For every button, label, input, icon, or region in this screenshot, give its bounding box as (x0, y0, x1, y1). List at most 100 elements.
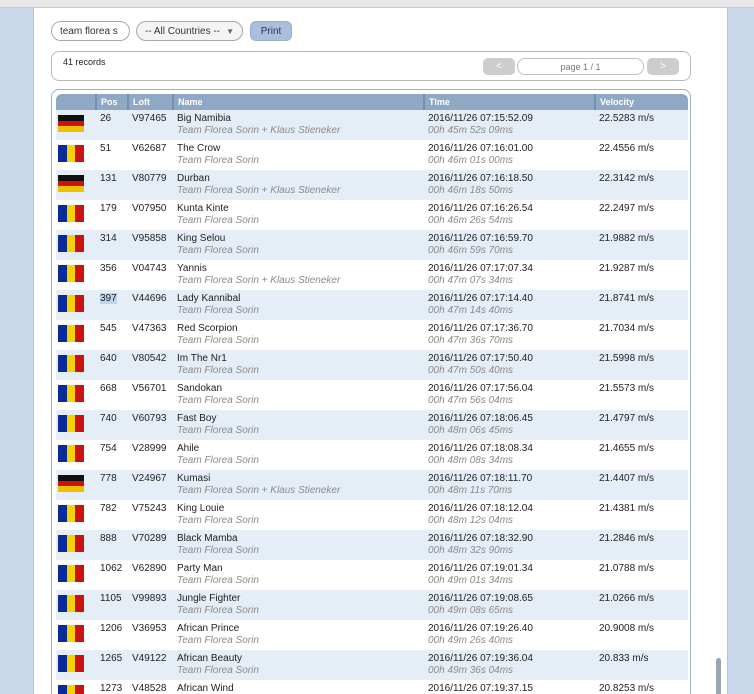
pos-cell: 782 (96, 500, 128, 530)
table-row[interactable]: 179 V07950 Kunta Kinte Team Florea Sorin 201… (56, 200, 688, 230)
table-row[interactable]: 314 V95858 King Selou Team Florea Sorin 2016… (56, 230, 688, 260)
flight-duration: 00h 48m 12s 04ms (428, 515, 514, 526)
table-row[interactable]: 131 V80779 Durban Team Florea Sorin + Klaus… (56, 170, 688, 200)
table-row[interactable]: 356 V04743 Yannis Team Florea Sorin + Klaus… (56, 260, 688, 290)
table-row[interactable]: 51 V62687 The Crow Team Florea Sorin 2016/11… (56, 140, 688, 170)
chevron-down-icon: ▼ (226, 26, 234, 36)
pigeon-name: African Prince (177, 623, 240, 634)
pigeon-name: Kunta Kinte (177, 203, 229, 214)
table-row[interactable]: 778 V24967 Kumasi Team Florea Sorin + Klaus… (56, 470, 688, 500)
column-header-time[interactable]: Time (423, 94, 595, 110)
column-header-loft[interactable]: Loft (127, 94, 173, 110)
table-row[interactable]: 640 V80542 Im The Nr1 Team Florea Sorin 2016… (56, 350, 688, 380)
table-row[interactable]: 740 V60793 Fast Boy Team Florea Sorin 2016/1… (56, 410, 688, 440)
table-row[interactable]: 888 V70289 Black Mamba Team Florea Sorin 201… (56, 530, 688, 560)
table-row[interactable]: 1206 V36953 African Prince Team Florea Sori… (56, 620, 688, 650)
flag-cell (56, 230, 96, 260)
pos-cell: 888 (96, 530, 128, 560)
time-cell: 2016/11/26 07:18:08.34 00h 48m 08s 34ms (424, 440, 595, 470)
velocity-cell: 20.8253 m/s (599, 683, 655, 694)
flag-cell (56, 620, 96, 650)
flag-cell (56, 530, 96, 560)
column-header-flag[interactable] (56, 94, 96, 110)
velocity-cell: 21.9287 m/s (599, 263, 655, 274)
table-row[interactable]: 1105 V99893 Jungle Fighter Team Florea Sori… (56, 590, 688, 620)
table-row[interactable]: 1273V48528African WindTeam Florea Sorin2… (56, 680, 688, 694)
pos-value: 1105 (100, 593, 122, 604)
flag-cell (56, 140, 96, 170)
table-row[interactable]: 782 V75243 King Louie Team Florea Sorin 2016… (56, 500, 688, 530)
table-row[interactable]: 397 V44696 Lady Kannibal Team Florea Sorin 2… (56, 290, 688, 320)
prev-page-button[interactable]: < (483, 58, 515, 75)
table-row[interactable]: 26 V97465 Big Namibia Team Florea Sorin + K… (56, 110, 688, 140)
table-row[interactable]: 668 V56701 Sandokan Team Florea Sorin 2016/1… (56, 380, 688, 410)
pigeon-name: Big Namibia (177, 113, 231, 124)
flag-cell (56, 260, 96, 290)
print-button[interactable]: Print (250, 21, 292, 41)
pos-cell: 668 (96, 380, 128, 410)
time-cell: 2016/11/26 07:16:18.50 00h 46m 18s 50ms (424, 170, 595, 200)
loft-cell: V95858 (132, 233, 167, 244)
filter-controls: -- All Countries -- ▼ Print (51, 21, 292, 41)
arrival-time: 2016/11/26 07:16:01.00 (428, 143, 533, 154)
pos-cell: 1273 (96, 680, 128, 694)
search-input[interactable] (51, 21, 130, 41)
name-cell: King Louie Team Florea Sorin (173, 500, 424, 530)
time-cell: 2016/11/26 07:19:01.34 00h 49m 01s 34ms (424, 560, 595, 590)
pos-value: 1062 (100, 563, 123, 574)
pos-value: 397 (100, 293, 117, 304)
flight-duration: 00h 46m 18s 50ms (428, 185, 514, 196)
table-row[interactable]: 1265 V49122 African Beauty Team Florea Sori… (56, 650, 688, 680)
romania-flag-icon (58, 415, 85, 432)
velocity-cell: 21.9882 m/s (599, 233, 655, 244)
arrival-time: 2016/11/26 07:19:26.40 (428, 623, 533, 634)
germany-flag-icon (58, 175, 84, 193)
time-cell: 2016/11/26 07:18:32.90 00h 48m 32s 90ms (424, 530, 595, 560)
velocity-cell: 21.4381 m/s (599, 503, 655, 514)
pigeon-name: Kumasi (177, 473, 211, 484)
velocity-cell: 21.0788 m/s (599, 563, 655, 574)
velocity-cell: 21.5998 m/s (599, 353, 655, 364)
page-indicator[interactable]: page 1 / 1 (517, 58, 644, 75)
column-header-name[interactable]: Name (172, 94, 424, 110)
pos-cell: 1062 (96, 560, 128, 590)
loft-cell: V48528 (132, 683, 167, 694)
pigeon-name: Red Scorpion (177, 323, 238, 334)
scrollbar-thumb[interactable] (716, 658, 721, 694)
flight-duration: 00h 47m 50s 40ms (428, 365, 514, 376)
flag-cell (56, 290, 96, 320)
column-header-pos[interactable]: Pos (95, 94, 128, 110)
records-count: 41 records (63, 57, 106, 67)
name-cell: Kumasi Team Florea Sorin + Klaus Stieneke… (173, 470, 424, 500)
pos-cell: 1105 (96, 590, 128, 620)
romania-flag-icon (58, 235, 85, 252)
column-header-velocity[interactable]: Velocity (594, 94, 688, 110)
flight-duration: 00h 47m 56s 04ms (428, 395, 514, 406)
team-name: Team Florea Sorin (177, 635, 259, 646)
loft-cell: V60793 (132, 413, 167, 424)
country-select[interactable]: -- All Countries -- ▼ (136, 21, 243, 41)
arrival-time: 2016/11/26 07:17:50.40 (428, 353, 533, 364)
flag-cell (56, 560, 96, 590)
germany-flag-icon (58, 475, 84, 493)
name-cell: African Beauty Team Florea Sorin (173, 650, 424, 680)
name-cell: Lady Kannibal Team Florea Sorin (173, 290, 424, 320)
arrival-time: 2016/11/26 07:16:26.54 (428, 203, 533, 214)
romania-flag-icon (58, 595, 85, 612)
pigeon-name: The Crow (177, 143, 221, 154)
flight-duration: 00h 47m 36s 70ms (428, 335, 514, 346)
romania-flag-icon (58, 625, 85, 642)
loft-cell: V62687 (132, 143, 167, 154)
next-page-button[interactable]: > (647, 58, 679, 75)
loft-cell: V62890 (132, 563, 167, 574)
romania-flag-icon (58, 265, 85, 282)
table-row[interactable]: 754 V28999 Ahile Team Florea Sorin 2016/11/2… (56, 440, 688, 470)
romania-flag-icon (58, 325, 85, 342)
pigeon-name: Party Man (177, 563, 223, 574)
time-cell: 2016/11/26 07:16:01.00 00h 46m 01s 00ms (424, 140, 595, 170)
table-row[interactable]: 545 V47363 Red Scorpion Team Florea Sorin 20… (56, 320, 688, 350)
name-cell: Black Mamba Team Florea Sorin (173, 530, 424, 560)
table-row[interactable]: 1062 V62890 Party Man Team Florea Sorin 2016… (56, 560, 688, 590)
loft-cell: V56701 (132, 383, 167, 394)
loft-cell: V75243 (132, 503, 167, 514)
